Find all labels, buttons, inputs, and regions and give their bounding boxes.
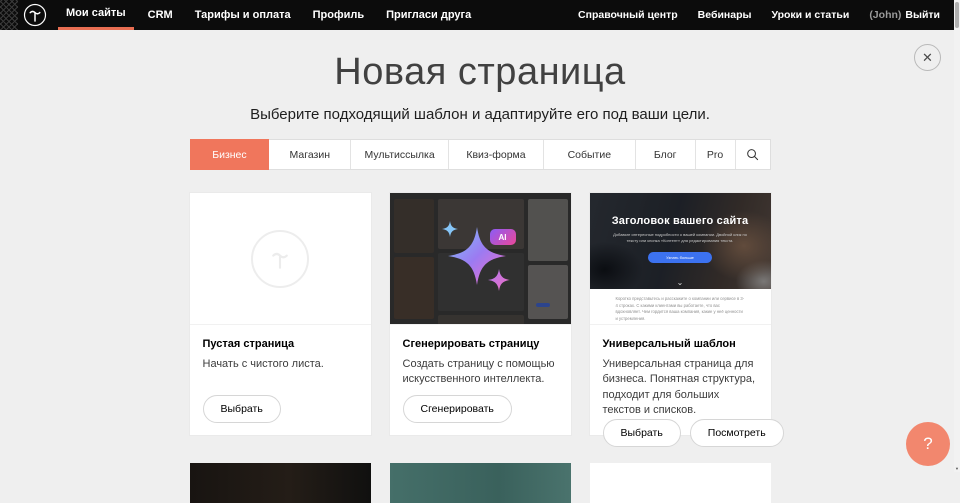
chevron-down-icon: ⌄ <box>677 278 684 287</box>
topbar-item-crm[interactable]: CRM <box>140 0 181 30</box>
tilda-logo-icon <box>23 3 47 27</box>
topbar-username: (John) <box>861 9 901 21</box>
topbar-item-webinars[interactable]: Вебинары <box>690 0 760 30</box>
tilda-logo[interactable] <box>18 3 52 27</box>
topbar-menu: Мои сайты CRM Тарифы и оплата Профиль Пр… <box>58 0 485 30</box>
card-blank-preview[interactable] <box>190 193 371 325</box>
close-button[interactable]: ✕ <box>914 44 941 71</box>
template-card-partial[interactable] <box>390 463 571 503</box>
card-description: Универсальная страница для бизнеса. Поня… <box>603 357 758 419</box>
tab-quiz-form[interactable]: Квиз-форма <box>449 140 544 169</box>
template-hero-title: Заголовок вашего сайта <box>612 215 749 227</box>
template-body-text: Коротко представьтесь и расскажите о ком… <box>616 296 745 323</box>
topbar-right-menu: Справочный центр Вебинары Уроки и статьи… <box>570 0 960 30</box>
tab-business[interactable]: Бизнес <box>190 139 270 170</box>
topbar: Мои сайты CRM Тарифы и оплата Профиль Пр… <box>0 0 960 30</box>
ai-badge: AI <box>490 229 516 245</box>
scrollbar-down-arrow[interactable]: ▼ <box>954 466 960 471</box>
tab-shop[interactable]: Магазин <box>269 140 351 169</box>
card-ai-generate: AI Сгенерировать страницу Создать страни… <box>390 193 571 435</box>
template-hero-subtext: Добавьте интересные подробности о вашей … <box>609 232 750 245</box>
tab-event[interactable]: Событие <box>544 140 636 169</box>
tab-blog[interactable]: Блог <box>636 140 696 169</box>
tab-multilink[interactable]: Мультиссылка <box>351 140 449 169</box>
card-blank-info: Пустая страница Начать с чистого листа. … <box>190 325 371 435</box>
template-hero-image: Заголовок вашего сайта Добавьте интересн… <box>590 193 771 289</box>
card-universal-info: Универсальный шаблон Универсальная стран… <box>590 325 771 459</box>
scrollbar[interactable]: ▼ <box>954 0 960 472</box>
card-universal-template: Заголовок вашего сайта Добавьте интересн… <box>590 193 771 435</box>
generate-button[interactable]: Сгенерировать <box>403 395 512 423</box>
card-title: Пустая страница <box>203 338 358 350</box>
help-button[interactable]: ? <box>906 422 950 466</box>
topbar-item-profile[interactable]: Профиль <box>305 0 372 30</box>
search-icon <box>746 148 759 161</box>
choose-button[interactable]: Выбрать <box>203 395 281 423</box>
template-category-tabs: Бизнес Магазин Мультиссылка Квиз-форма С… <box>190 139 771 170</box>
card-blank-page: Пустая страница Начать с чистого листа. … <box>190 193 371 435</box>
topbar-item-my-sites[interactable]: Мои сайты <box>58 0 134 30</box>
card-universal-preview[interactable]: Заголовок вашего сайта Добавьте интересн… <box>590 193 771 325</box>
tab-pro[interactable]: Pro <box>696 140 736 169</box>
card-title: Сгенерировать страницу <box>403 338 558 350</box>
topbar-item-invite-friend[interactable]: Пригласи друга <box>378 0 479 30</box>
question-mark-icon: ? <box>923 434 932 454</box>
template-body-section: Коротко представьтесь и расскажите о ком… <box>590 289 771 324</box>
card-ai-info: Сгенерировать страницу Создать страницу … <box>390 325 571 435</box>
small-sparkle-icon <box>442 221 458 237</box>
choose-button[interactable]: Выбрать <box>603 419 681 447</box>
template-cards-row: Пустая страница Начать с чистого листа. … <box>190 193 771 435</box>
card-description: Создать страницу с помощью искусственног… <box>403 357 558 388</box>
template-card-partial[interactable] <box>190 463 371 503</box>
card-ai-preview[interactable]: AI <box>390 193 571 325</box>
page-title: Новая страница <box>0 51 960 94</box>
card-title: Универсальный шаблон <box>603 338 758 350</box>
scrollbar-thumb[interactable] <box>955 2 959 28</box>
topbar-logout-link[interactable]: Выйти <box>901 9 942 21</box>
topbar-item-plans[interactable]: Тарифы и оплата <box>187 0 299 30</box>
view-button[interactable]: Посмотреть <box>690 419 784 447</box>
topbar-item-help-center[interactable]: Справочный центр <box>570 0 686 30</box>
template-cards-row-partial <box>190 463 771 503</box>
topbar-item-lessons[interactable]: Уроки и статьи <box>763 0 857 30</box>
tilda-watermark-icon <box>251 230 309 288</box>
card-description: Начать с чистого листа. <box>203 357 358 372</box>
page-subtitle: Выберите подходящий шаблон и адаптируйте… <box>0 106 960 123</box>
tab-search[interactable] <box>736 140 770 169</box>
template-card-partial[interactable] <box>590 463 771 503</box>
topbar-texture <box>0 0 18 30</box>
small-sparkle-icon <box>488 269 510 291</box>
template-hero-button: Узнать больше <box>648 252 712 263</box>
close-icon: ✕ <box>922 50 933 66</box>
